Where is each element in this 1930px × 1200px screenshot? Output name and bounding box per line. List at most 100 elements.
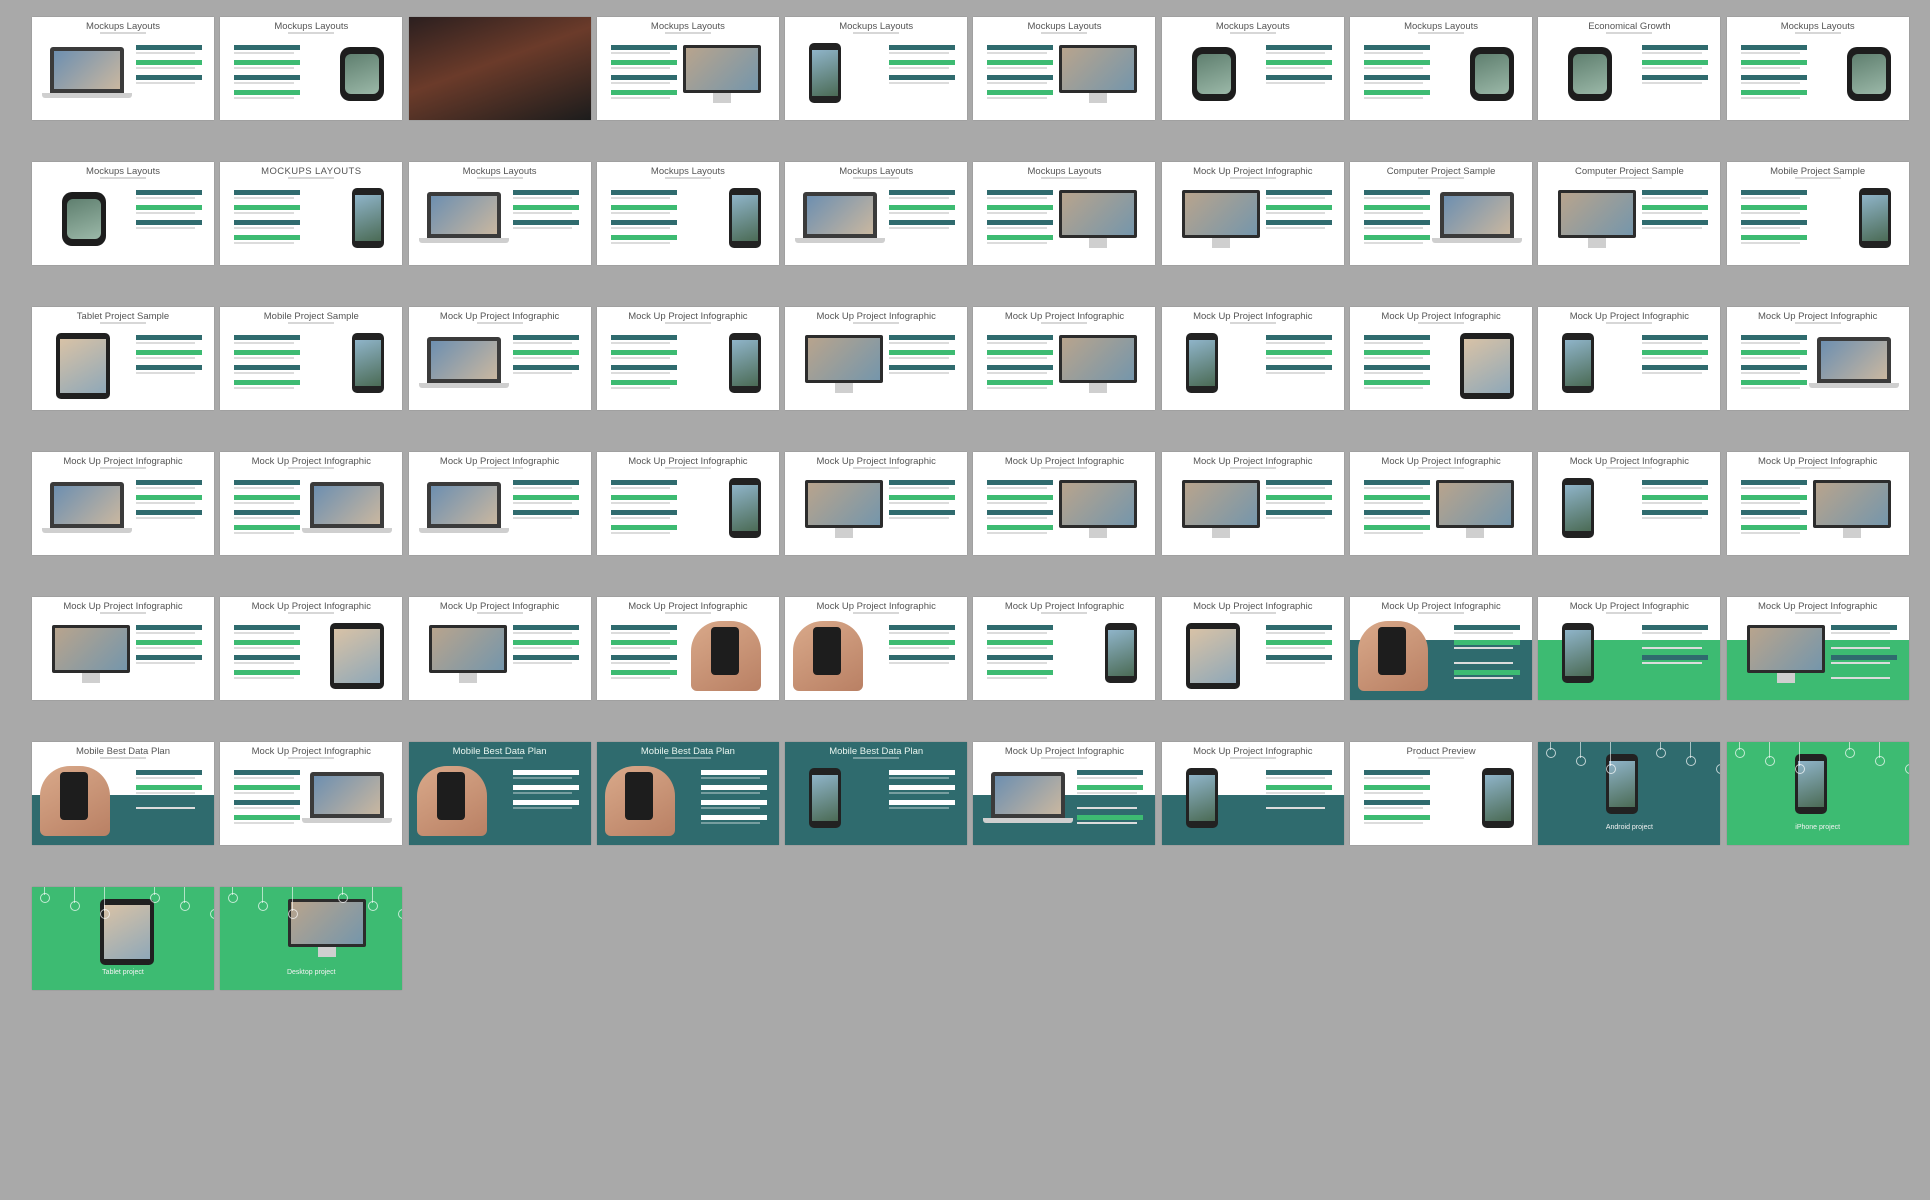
slide-thumbnail[interactable]: Mobile Project Sample bbox=[220, 307, 403, 410]
slide-thumbnail[interactable]: Tablet Project Sample bbox=[32, 307, 214, 410]
monitor-mockup-image bbox=[1181, 190, 1260, 248]
slide-grid: Mockups Layouts Mockups Layouts Mockups La… bbox=[32, 17, 1909, 990]
slide-thumbnail[interactable]: Mockups Layouts bbox=[1726, 17, 1909, 120]
slide-thumbnail[interactable]: Computer Project Sample bbox=[1350, 162, 1533, 265]
slide-thumbnail[interactable]: Mock Up Project Infographic bbox=[973, 452, 1156, 555]
slide-thumbnail[interactable]: Mockups Layouts bbox=[32, 17, 214, 120]
slide-thumbnail[interactable]: Mock Up Project Infographic bbox=[1161, 742, 1344, 845]
slide-thumbnail[interactable]: Mock Up Project Infographic bbox=[973, 307, 1156, 410]
slide-thumbnail[interactable]: Mock Up Project Infographic bbox=[596, 307, 779, 410]
slide-thumbnail[interactable]: Mobile Best Data Plan bbox=[32, 742, 214, 845]
info-bar bbox=[1265, 800, 1332, 809]
slide-thumbnail[interactable]: Mockups Layouts bbox=[1350, 17, 1533, 120]
slide-title: Mock Up Project Infographic bbox=[1569, 311, 1690, 322]
slide-thumbnail[interactable]: Mock Up Project Infographic bbox=[596, 597, 779, 700]
slide-thumbnail[interactable]: Tablet project bbox=[32, 887, 214, 990]
slide-thumbnail[interactable]: Mock Up Project Infographic bbox=[785, 452, 968, 555]
slide-thumbnail[interactable]: Mockups Layouts bbox=[973, 17, 1156, 120]
watch-mockup-image bbox=[1470, 47, 1515, 101]
slide-thumbnail[interactable]: Mockups Layouts bbox=[408, 162, 591, 265]
slide-thumbnail[interactable]: Android project bbox=[1538, 742, 1721, 845]
photo-mockup-image bbox=[408, 17, 591, 120]
slide-thumbnail[interactable]: Mock Up Project Infographic bbox=[596, 452, 779, 555]
slide-thumbnail[interactable]: Mock Up Project Infographic bbox=[408, 597, 591, 700]
slide-thumbnail[interactable]: Mock Up Project Infographic bbox=[1161, 307, 1344, 410]
slide-thumbnail[interactable]: Mobile Project Sample bbox=[1726, 162, 1909, 265]
info-bars bbox=[700, 770, 767, 830]
slide-title: Mock Up Project Infographic bbox=[1004, 456, 1125, 467]
info-bar bbox=[234, 770, 301, 779]
slide-thumbnail[interactable]: Mock Up Project Infographic bbox=[973, 597, 1156, 700]
info-bar bbox=[610, 640, 677, 649]
info-bar bbox=[234, 365, 301, 374]
info-bars bbox=[1642, 45, 1709, 90]
info-bar bbox=[987, 625, 1054, 634]
info-bars bbox=[1265, 335, 1332, 380]
info-bar bbox=[1642, 60, 1709, 69]
slide-thumbnail[interactable]: Mock Up Project Infographic bbox=[220, 452, 403, 555]
slide-thumbnail[interactable]: Mock Up Project Infographic bbox=[785, 597, 968, 700]
slide-thumbnail[interactable]: Mock Up Project Infographic bbox=[1350, 307, 1533, 410]
slide-thumbnail[interactable]: Economical Growth bbox=[1538, 17, 1721, 120]
slide-thumbnail[interactable]: Mockups Layouts bbox=[596, 162, 779, 265]
slide-thumbnail[interactable]: Mock Up Project Infographic bbox=[1726, 452, 1909, 555]
slide-thumbnail[interactable]: Mockups Layouts bbox=[785, 162, 968, 265]
slide-thumbnail[interactable]: Mock Up Project Infographic bbox=[220, 597, 403, 700]
info-bars bbox=[889, 770, 956, 815]
slide-thumbnail[interactable]: Mock Up Project Infographic bbox=[1538, 307, 1721, 410]
slide-thumbnail[interactable]: Mock Up Project Infographic bbox=[785, 307, 968, 410]
info-bar bbox=[987, 335, 1054, 344]
laptop-mockup-image bbox=[1808, 337, 1899, 388]
slide-thumbnail[interactable]: Desktop project bbox=[220, 887, 403, 990]
slide-title: Mockups Layouts bbox=[86, 21, 160, 32]
slide-thumbnail[interactable]: Mock Up Project Infographic bbox=[408, 307, 591, 410]
slide-thumbnail[interactable]: Mobile Best Data Plan bbox=[785, 742, 968, 845]
monitor-mockup-image bbox=[1059, 335, 1138, 393]
slide-thumbnail[interactable]: Mockups Layouts bbox=[596, 17, 779, 120]
slide-thumbnail[interactable]: Mockups Layouts bbox=[220, 17, 403, 120]
info-bar bbox=[1265, 655, 1332, 664]
slide-thumbnail[interactable]: Mock Up Project Infographic bbox=[32, 452, 214, 555]
slide-thumbnail[interactable]: Mock Up Project Infographic bbox=[1161, 597, 1344, 700]
slide-thumbnail[interactable]: Mock Up Project Infographic bbox=[973, 742, 1156, 845]
slide-thumbnail[interactable]: Mock Up Project Infographic bbox=[1726, 307, 1909, 410]
slide-thumbnail[interactable]: Mock Up Project Infographic bbox=[220, 742, 403, 845]
slide-thumbnail[interactable]: Mock Up Project Infographic bbox=[408, 452, 591, 555]
slide-thumbnail[interactable]: Mockups Layouts bbox=[32, 162, 214, 265]
slide-thumbnail[interactable]: Mock Up Project Infographic bbox=[1350, 597, 1533, 700]
info-bar bbox=[987, 640, 1054, 649]
slide-thumbnail[interactable]: Mobile Best Data Plan bbox=[408, 742, 591, 845]
slide-thumbnail[interactable]: Mockups Layouts bbox=[785, 17, 968, 120]
slide-thumbnail[interactable]: Mockups Layouts bbox=[1161, 17, 1344, 120]
slide-title: Mock Up Project Infographic bbox=[1758, 456, 1878, 467]
slide-subtitle-line bbox=[288, 757, 335, 759]
slide-thumbnail[interactable]: Mock Up Project Infographic bbox=[1538, 452, 1721, 555]
info-bars bbox=[987, 190, 1054, 250]
slide-thumbnail[interactable]: Mock Up Project Infographic bbox=[1350, 452, 1533, 555]
info-bars bbox=[889, 625, 956, 670]
slide-thumbnail[interactable]: Product Preview bbox=[1350, 742, 1533, 845]
info-bar bbox=[610, 45, 677, 54]
slide-thumbnail[interactable]: Mock Up Project Infographic bbox=[32, 597, 214, 700]
info-bar bbox=[1740, 75, 1807, 84]
slide-thumbnail[interactable]: Mock Up Project Infographic bbox=[1161, 452, 1344, 555]
info-bar bbox=[610, 380, 677, 389]
info-bar bbox=[234, 235, 301, 244]
slide-thumbnail[interactable]: Mobile Best Data Plan bbox=[596, 742, 779, 845]
slide-thumbnail[interactable]: iPhone project bbox=[1726, 742, 1909, 845]
slide-thumbnail[interactable]: Mock Up Project Infographic bbox=[1538, 597, 1721, 700]
slide-thumbnail[interactable]: Mockups Layouts bbox=[973, 162, 1156, 265]
slide-thumbnail[interactable]: Computer Project Sample bbox=[1538, 162, 1721, 265]
info-bar bbox=[234, 190, 301, 199]
slide-subtitle-line bbox=[1794, 467, 1841, 469]
info-bar bbox=[610, 235, 677, 244]
slide-thumbnail[interactable]: MOCKUPS LAYOUTS bbox=[220, 162, 403, 265]
info-bars bbox=[1642, 480, 1709, 525]
slide-thumbnail[interactable]: Mock Up Project Infographic bbox=[1726, 597, 1909, 700]
ornament-icon bbox=[228, 887, 239, 903]
slide-thumbnail[interactable]: Mockups Layouts bbox=[408, 17, 591, 120]
slide-title: Mock Up Project Infographic bbox=[251, 746, 371, 757]
slide-title: Mobile Best Data Plan bbox=[76, 746, 170, 757]
slide-subtitle-line bbox=[1229, 32, 1276, 34]
slide-thumbnail[interactable]: Mock Up Project Infographic bbox=[1161, 162, 1344, 265]
